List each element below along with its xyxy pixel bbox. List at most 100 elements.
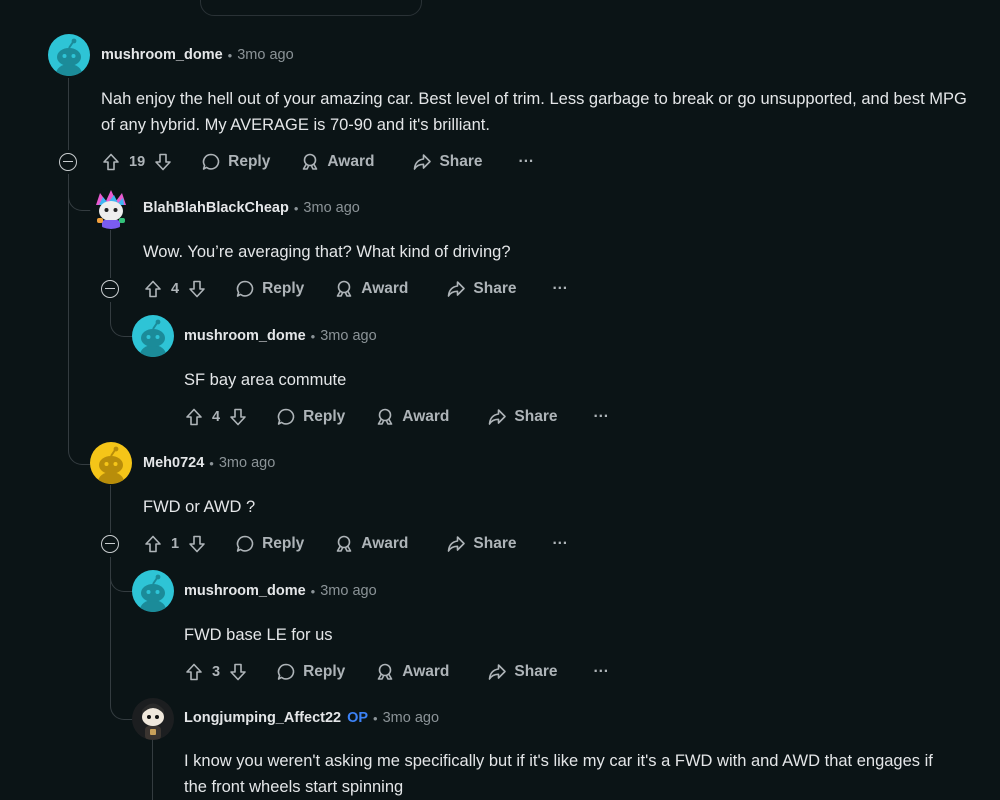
award-icon (300, 152, 320, 172)
teal-snoo-avatar-icon (48, 34, 90, 76)
collapse-thread-icon[interactable] (101, 535, 119, 553)
dark-snoo-avatar-icon (132, 698, 174, 740)
avatar[interactable] (90, 187, 132, 229)
downvote-icon[interactable] (187, 534, 207, 554)
comment-body: I know you weren't asking me specificall… (184, 752, 933, 796)
more-options-button[interactable]: ··· (593, 408, 609, 426)
comment-author[interactable]: Meh0724 (143, 455, 204, 471)
more-options-button[interactable]: ··· (593, 663, 609, 681)
comment-author[interactable]: Longjumping_Affect22 (184, 710, 341, 726)
vote-control: 1 (143, 534, 207, 554)
comment-author[interactable]: mushroom_dome (184, 328, 306, 344)
comment-actions: 4 Reply Award Share ··· (143, 275, 568, 303)
share-label: Share (473, 280, 517, 297)
teal-snoo-avatar-icon (132, 570, 174, 612)
comment-author[interactable]: BlahBlahBlackCheap (143, 200, 289, 216)
vote-control: 4 (143, 279, 207, 299)
thread-line (68, 78, 69, 150)
comment-timestamp[interactable]: 3mo ago (320, 583, 376, 599)
avatar[interactable] (48, 34, 90, 76)
colorful-snoo-avatar-icon (90, 187, 132, 229)
share-button[interactable]: Share (487, 407, 557, 427)
upvote-icon[interactable] (184, 662, 204, 682)
share-icon (446, 534, 466, 554)
award-button[interactable]: Award (375, 407, 449, 427)
share-button[interactable]: Share (412, 152, 483, 172)
comment-author[interactable]: mushroom_dome (101, 47, 223, 63)
reply-button[interactable]: Reply (201, 152, 270, 172)
comment-actions: 19 Reply Award Share ··· (101, 148, 534, 176)
comment-actions: 3 Reply Award Share ··· (184, 658, 609, 686)
vote-score: 1 (171, 536, 180, 552)
vote-score: 4 (171, 281, 180, 297)
thread-line (68, 176, 69, 446)
avatar[interactable] (132, 570, 174, 612)
reply-icon (276, 662, 296, 682)
vote-control: 3 (184, 662, 248, 682)
reply-button[interactable]: Reply (276, 662, 345, 682)
thread-line (110, 230, 111, 278)
vote-control: 4 (184, 407, 248, 427)
downvote-icon[interactable] (187, 279, 207, 299)
downvote-icon[interactable] (153, 152, 173, 172)
share-button[interactable]: Share (487, 662, 557, 682)
share-icon (487, 662, 507, 682)
share-label: Share (473, 535, 517, 552)
thread-elbow (110, 557, 133, 592)
award-button[interactable]: Award (300, 152, 374, 172)
share-label: Share (514, 663, 558, 680)
reply-button[interactable]: Reply (235, 279, 304, 299)
more-options-button[interactable]: ··· (552, 535, 568, 553)
award-button[interactable]: Award (334, 534, 408, 554)
award-button[interactable]: Award (334, 279, 408, 299)
comment-timestamp[interactable]: 3mo ago (219, 455, 275, 471)
award-button[interactable]: Award (375, 662, 449, 682)
thread-elbow (110, 302, 133, 337)
collapse-thread-icon[interactable] (59, 153, 77, 171)
separator-dot: • (293, 200, 299, 216)
comment-timestamp[interactable]: 3mo ago (303, 200, 359, 216)
separator-dot: • (373, 710, 378, 726)
upvote-icon[interactable] (143, 279, 163, 299)
comment-timestamp[interactable]: 3mo ago (237, 47, 293, 63)
collapse-thread-icon[interactable] (101, 280, 119, 298)
reply-icon (201, 152, 221, 172)
award-icon (375, 407, 395, 427)
share-label: Share (439, 153, 483, 170)
comment-author[interactable]: mushroom_dome (184, 583, 306, 599)
reply-button[interactable]: Reply (276, 407, 345, 427)
op-badge: OP (347, 710, 369, 726)
reply-icon (235, 534, 255, 554)
upvote-icon[interactable] (101, 152, 121, 172)
reply-button[interactable]: Reply (235, 534, 304, 554)
comment-body: SF bay area commute (184, 371, 347, 389)
upvote-icon[interactable] (143, 534, 163, 554)
downvote-icon[interactable] (228, 662, 248, 682)
award-label: Award (361, 280, 409, 297)
share-button[interactable]: Share (446, 279, 516, 299)
separator-dot: • (227, 47, 233, 63)
share-button[interactable]: Share (446, 534, 516, 554)
avatar[interactable] (90, 442, 132, 484)
thread-line (152, 740, 153, 800)
comment-body: Nah enjoy the hell out of your amazing c… (101, 90, 967, 134)
vote-score: 19 (129, 154, 146, 170)
comment-body: FWD or AWD ? (143, 498, 256, 516)
thread-elbow (68, 174, 91, 211)
avatar[interactable] (132, 698, 174, 740)
reply-label: Reply (262, 280, 305, 297)
comment-timestamp[interactable]: 3mo ago (320, 328, 376, 344)
vote-score: 4 (212, 409, 221, 425)
comment-timestamp[interactable]: 3mo ago (383, 710, 439, 726)
reply-label: Reply (303, 663, 346, 680)
more-options-button[interactable]: ··· (519, 153, 535, 171)
comment-actions: 4 Reply Award Share ··· (184, 403, 609, 431)
share-icon (412, 152, 432, 172)
thread-elbow (68, 430, 91, 465)
vote-score: 3 (212, 664, 221, 680)
upvote-icon[interactable] (184, 407, 204, 427)
avatar[interactable] (132, 315, 174, 357)
reply-label: Reply (303, 408, 346, 425)
downvote-icon[interactable] (228, 407, 248, 427)
more-options-button[interactable]: ··· (552, 280, 568, 298)
